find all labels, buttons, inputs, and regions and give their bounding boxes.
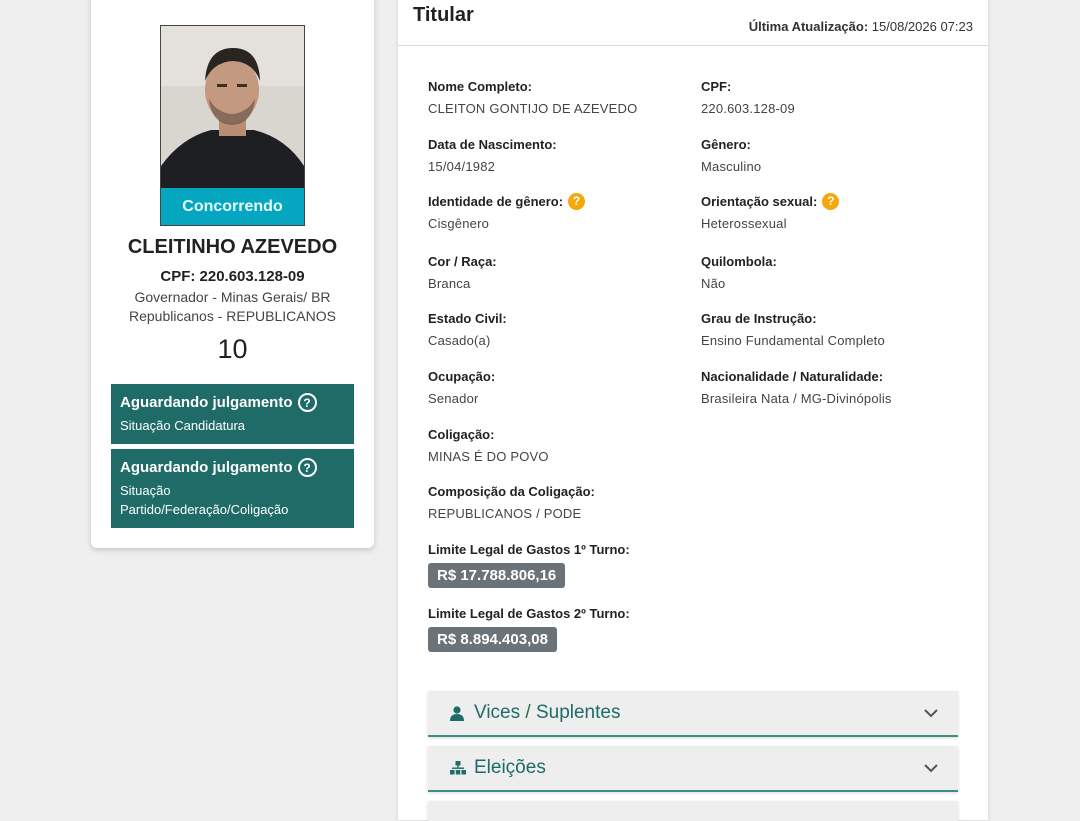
candidate-party: Republicanos - REPUBLICANOS bbox=[129, 308, 336, 324]
field-value: MINAS É DO POVO bbox=[428, 449, 549, 464]
field-estado-civil: Estado Civil: Casado(a) bbox=[428, 309, 507, 349]
candidate-cpf: CPF: 220.603.128-09 bbox=[160, 268, 305, 285]
chevron-down-icon bbox=[924, 705, 938, 721]
status-subtitle: Situação Candidatura bbox=[120, 418, 246, 433]
field-value: REPUBLICANOS / PODE bbox=[428, 506, 582, 521]
status-title: Aguardando julgamento ? bbox=[120, 393, 345, 412]
candidate-office: Governador - Minas Gerais/ BR bbox=[134, 289, 331, 305]
status-title-text: Aguardando julgamento bbox=[120, 459, 293, 476]
field-label-text: Orientação sexual: bbox=[701, 193, 818, 209]
panel-title: Titular bbox=[413, 4, 474, 26]
sitemap-icon bbox=[450, 761, 474, 775]
status-title-text: Aguardando julgamento bbox=[120, 394, 293, 411]
field-quilombola: Quilombola: Não bbox=[701, 252, 777, 292]
field-identidade: Identidade de gênero: ? Cisgênero bbox=[428, 192, 586, 231]
field-instrucao: Grau de Instrução: Ensino Fundamental Co… bbox=[701, 309, 885, 349]
field-limite-1: Limite Legal de Gastos 1º Turno: R$ 17.7… bbox=[428, 540, 630, 588]
field-ocupacao: Ocupação: Senador bbox=[428, 367, 496, 407]
status-partido: Aguardando julgamento ? Situação Partido… bbox=[111, 449, 354, 528]
status-subtitle: Situação Partido/Federação/Coligação bbox=[120, 483, 289, 517]
field-label: Cor / Raça: bbox=[428, 253, 497, 269]
money-badge: R$ 17.788.806,16 bbox=[428, 563, 566, 588]
field-value: Ensino Fundamental Completo bbox=[701, 333, 885, 348]
field-label: Limite Legal de Gastos 1º Turno: bbox=[428, 541, 630, 557]
accordion-label: Eleições bbox=[474, 757, 546, 778]
field-nome: Nome Completo: CLEITON GONTIJO DE AZEVED… bbox=[428, 77, 638, 117]
field-label: Nome Completo: bbox=[428, 78, 532, 94]
field-cor: Cor / Raça: Branca bbox=[428, 252, 497, 292]
person-icon bbox=[450, 705, 474, 721]
candidate-number: 10 bbox=[217, 334, 248, 364]
field-value: Senador bbox=[428, 391, 479, 406]
field-value: Não bbox=[701, 276, 726, 291]
field-value: 15/04/1982 bbox=[428, 159, 496, 174]
field-label: Quilombola: bbox=[701, 253, 777, 269]
accordion-label: Vices / Suplentes bbox=[474, 702, 621, 723]
field-label: Gênero: bbox=[701, 136, 751, 152]
details-panel: Titular Última Atualização: 15/08/2026 0… bbox=[398, 0, 988, 821]
field-label: Identidade de gênero: ? bbox=[428, 192, 586, 210]
field-label: CPF: bbox=[701, 78, 732, 94]
field-value: Brasileira Nata / MG-Divinópolis bbox=[701, 391, 892, 406]
field-value: Cisgênero bbox=[428, 216, 490, 231]
accordion-next[interactable] bbox=[428, 801, 958, 821]
field-nacionalidade: Nacionalidade / Naturalidade: Brasileira… bbox=[701, 367, 892, 407]
status-candidatura: Aguardando julgamento ? Situação Candida… bbox=[111, 384, 354, 444]
field-composicao: Composição da Coligação: REPUBLICANOS / … bbox=[428, 482, 595, 522]
chevron-down-icon bbox=[924, 760, 938, 776]
question-circle-icon[interactable]: ? bbox=[297, 458, 317, 477]
last-update-value: 15/08/2026 07:23 bbox=[871, 19, 973, 34]
field-limite-2: Limite Legal de Gastos 2º Turno: R$ 8.89… bbox=[428, 604, 630, 652]
photo-status-badge: Concorrendo bbox=[161, 188, 304, 225]
field-label: Orientação sexual: ? bbox=[701, 192, 840, 210]
field-value: Masculino bbox=[701, 159, 762, 174]
field-label: Limite Legal de Gastos 2º Turno: bbox=[428, 605, 630, 621]
question-circle-icon[interactable]: ? bbox=[297, 393, 317, 412]
field-label: Data de Nascimento: bbox=[428, 136, 557, 152]
money-badge: R$ 8.894.403,08 bbox=[428, 627, 557, 652]
last-update: Última Atualização: 15/08/2026 07:23 bbox=[749, 19, 973, 34]
help-icon[interactable]: ? bbox=[568, 192, 586, 210]
status-title: Aguardando julgamento ? bbox=[120, 458, 345, 477]
field-cpf: CPF: 220.603.128-09 bbox=[701, 77, 795, 117]
field-label-text: Identidade de gênero: bbox=[428, 193, 564, 209]
divider bbox=[398, 45, 988, 46]
candidate-card: Concorrendo CLEITINHO AZEVEDO CPF: 220.6… bbox=[91, 0, 374, 548]
field-value: Casado(a) bbox=[428, 333, 491, 348]
field-value: 220.603.128-09 bbox=[701, 101, 795, 116]
candidate-photo: Concorrendo bbox=[160, 25, 305, 226]
last-update-label: Última Atualização: bbox=[748, 19, 869, 34]
field-nascimento: Data de Nascimento: 15/04/1982 bbox=[428, 135, 557, 175]
field-coligacao: Coligação: MINAS É DO POVO bbox=[428, 425, 549, 465]
field-label: Nacionalidade / Naturalidade: bbox=[701, 368, 884, 384]
field-label: Ocupação: bbox=[428, 368, 496, 384]
field-label: Composição da Coligação: bbox=[428, 483, 595, 499]
field-value: Branca bbox=[428, 276, 471, 291]
field-value: Heterossexual bbox=[701, 216, 787, 231]
help-icon[interactable]: ? bbox=[822, 192, 840, 210]
field-orientacao: Orientação sexual: ? Heterossexual bbox=[701, 192, 840, 231]
candidate-name: CLEITINHO AZEVEDO bbox=[127, 236, 338, 258]
accordion-vices-suplentes[interactable]: Vices / Suplentes bbox=[428, 691, 958, 737]
field-label: Coligação: bbox=[428, 426, 495, 442]
field-genero: Gênero: Masculino bbox=[701, 135, 762, 175]
field-value: CLEITON GONTIJO DE AZEVEDO bbox=[428, 101, 638, 116]
field-label: Grau de Instrução: bbox=[701, 310, 817, 326]
field-label: Estado Civil: bbox=[428, 310, 507, 326]
accordion-eleicoes[interactable]: Eleições bbox=[428, 746, 958, 792]
